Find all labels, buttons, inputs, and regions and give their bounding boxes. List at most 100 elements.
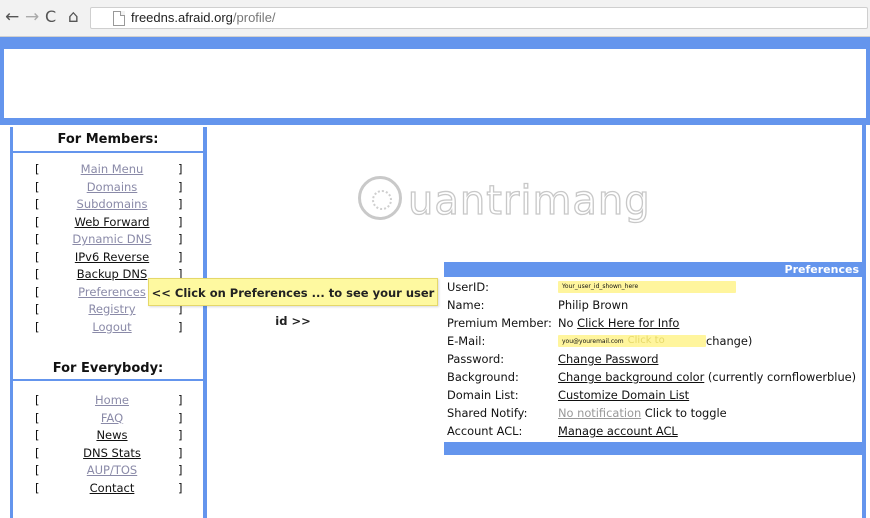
- background-label: Background:: [447, 370, 519, 384]
- watermark-text: uantrimang: [407, 177, 651, 224]
- account-acl-row: Account ACL: Manage account ACL: [444, 422, 862, 440]
- no-notification-link[interactable]: No notification: [558, 406, 641, 420]
- shared-notify-label: Shared Notify:: [447, 406, 528, 420]
- premium-info-link[interactable]: Click Here for Info: [577, 316, 679, 330]
- home-icon[interactable]: ⌂: [68, 7, 79, 27]
- sidebar-link-ipv6-reverse[interactable]: IPv6 Reverse: [57, 249, 167, 267]
- forward-arrow-icon[interactable]: →: [25, 7, 39, 27]
- premium-label: Premium Member:: [447, 316, 552, 330]
- url-text: freedns.afraid.org/profile/: [131, 10, 276, 25]
- toggle-hint: Click to toggle: [644, 406, 727, 420]
- sidebar-link-faq[interactable]: FAQ: [57, 410, 167, 428]
- bracket: [: [35, 267, 40, 281]
- list-item: [ FAQ]: [13, 410, 203, 428]
- bracket: ]: [178, 463, 183, 477]
- password-row: Password: Change Password: [444, 350, 862, 368]
- sidebar: For Members: [Main Menu] [Domains] [Subd…: [10, 127, 207, 518]
- userid-row: UserID: Your_user_id_shown_here: [444, 278, 862, 296]
- list-item: [ IPv6 Reverse]: [13, 249, 203, 267]
- password-label: Password:: [447, 352, 505, 366]
- bracket: [: [35, 302, 40, 316]
- manage-acl-link[interactable]: Manage account ACL: [558, 424, 678, 438]
- page-icon: [113, 11, 125, 26]
- sidebar-link-web-forward[interactable]: Web Forward: [57, 214, 167, 232]
- right-border: [862, 125, 870, 518]
- bracket: ]: [178, 162, 183, 176]
- browser-toolbar: ← → C ⌂ freedns.afraid.org/profile/: [0, 0, 870, 37]
- sidebar-link-domains[interactable]: Domains: [57, 179, 167, 197]
- customize-domain-list-link[interactable]: Customize Domain List: [558, 388, 689, 402]
- sidebar-link-logout[interactable]: Logout: [57, 319, 167, 337]
- sidebar-link-news[interactable]: News: [57, 427, 167, 445]
- list-item: [Dynamic DNS]: [13, 231, 203, 249]
- bracket: [: [35, 249, 40, 264]
- sidebar-link-aup-tos[interactable]: AUP/TOS: [57, 462, 167, 480]
- sidebar-link-dynamic-dns[interactable]: Dynamic DNS: [57, 231, 167, 249]
- sidebar-link-subdomains[interactable]: Subdomains: [57, 196, 167, 214]
- preferences-table: Preferences UserID: Your_user_id_shown_h…: [444, 262, 862, 455]
- userid-label: UserID:: [447, 280, 489, 294]
- sidebar-link-dns-stats[interactable]: DNS Stats: [57, 445, 167, 463]
- address-bar[interactable]: freedns.afraid.org/profile/: [90, 7, 868, 29]
- list-item: [DNS Stats]: [13, 445, 203, 463]
- domain-list-label: Domain List:: [447, 388, 519, 402]
- divider: [13, 379, 203, 381]
- bracket: [: [35, 319, 40, 334]
- list-item: [Domains]: [13, 179, 203, 197]
- preferences-title: Preferences: [784, 263, 859, 276]
- email-row: E-Mail: you@youremail.com Click to change): [444, 332, 862, 350]
- name-value: Philip Brown: [558, 298, 629, 312]
- everybody-menu: [Home] [FAQ] [News] [DNS Stats] [AUP/TOS…: [13, 392, 203, 497]
- sidebar-link-contact[interactable]: Contact: [57, 480, 167, 498]
- domain-list-row: Domain List: Customize Domain List: [444, 386, 862, 404]
- account-acl-label: Account ACL:: [447, 424, 523, 438]
- bracket: [: [35, 480, 40, 495]
- bracket: [: [35, 284, 40, 299]
- bracket: ]: [178, 179, 183, 194]
- bracket: [: [35, 393, 40, 407]
- email-value: you@youremail.com: [562, 337, 624, 345]
- name-row: Name: Philip Brown: [444, 296, 862, 314]
- watermark-logo-icon: [358, 176, 402, 220]
- bracket: ]: [178, 197, 183, 211]
- list-item: [Logout]: [13, 319, 203, 337]
- userid-value: Your_user_id_shown_here: [558, 280, 736, 293]
- top-banner-bar: [0, 37, 870, 49]
- list-item: [Main Menu]: [13, 161, 203, 179]
- premium-status: No: [558, 316, 574, 330]
- email-change-suffix: change): [706, 334, 753, 348]
- bracket: ]: [178, 480, 183, 495]
- email-label: E-Mail:: [447, 334, 486, 348]
- bracket: ]: [178, 214, 183, 229]
- sidebar-link-main-menu[interactable]: Main Menu: [57, 161, 167, 179]
- change-background-link[interactable]: Change background color: [558, 370, 704, 384]
- name-label: Name:: [447, 298, 485, 312]
- members-menu: [Main Menu] [Domains] [Subdomains] [Web …: [13, 161, 203, 336]
- bracket: [: [35, 463, 40, 477]
- background-current: (currently cornflowerblue): [707, 370, 857, 384]
- change-password-link[interactable]: Change Password: [558, 352, 658, 366]
- bracket: [: [35, 214, 40, 229]
- url-path: /profile/: [232, 10, 276, 25]
- instruction-callout: << Click on Preferences ... to see your …: [148, 278, 438, 328]
- list-item: [ AUP/TOS]: [13, 462, 203, 480]
- email-click-hint: Click to: [627, 334, 665, 346]
- email-change-link[interactable]: you@youremail.com Click to: [558, 334, 706, 347]
- everybody-heading: For Everybody:: [52, 361, 164, 376]
- watermark: uantrimang: [358, 168, 688, 238]
- bracket: ]: [178, 249, 183, 264]
- list-item: [News]: [13, 427, 203, 445]
- header-area: [0, 49, 870, 118]
- header-divider-bar: [0, 118, 870, 125]
- preferences-footer: [444, 442, 862, 455]
- bracket: [: [35, 410, 40, 425]
- back-arrow-icon[interactable]: ←: [5, 7, 19, 27]
- reload-icon[interactable]: C: [45, 7, 56, 27]
- members-heading: For Members:: [57, 132, 159, 147]
- bracket: [: [35, 197, 40, 211]
- preferences-header: Preferences: [444, 262, 862, 277]
- list-item: [ Web Forward]: [13, 214, 203, 232]
- sidebar-link-home[interactable]: Home: [57, 392, 167, 410]
- bracket: ]: [178, 410, 183, 425]
- list-item: [Home]: [13, 392, 203, 410]
